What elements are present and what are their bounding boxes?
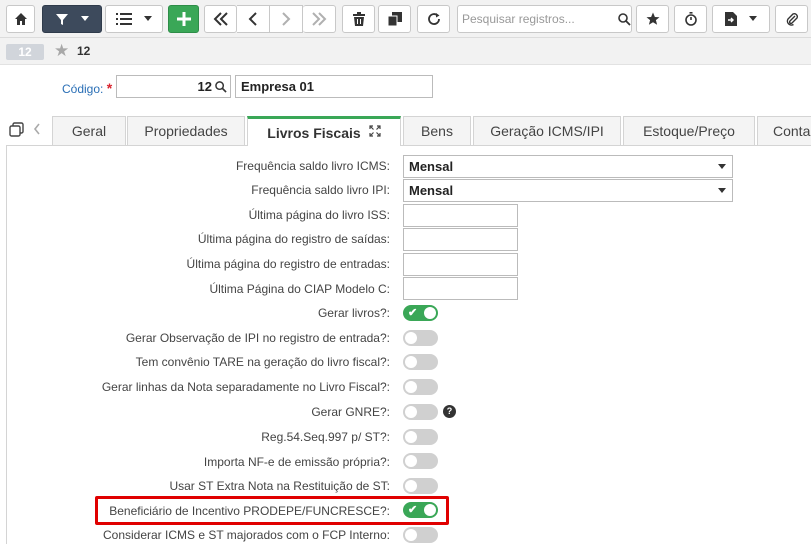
importa-nfe-label: Importa NF-e de emissão própria?: [203, 455, 390, 469]
copy-button[interactable] [378, 5, 411, 33]
freq-ipi-value: Mensal [409, 183, 454, 198]
freq-icms-value: Mensal [409, 159, 454, 174]
fcp-label: Considerar ICMS e ST majorados com o FCP… [102, 528, 390, 542]
tabs-scroll-left-icon[interactable] [33, 122, 41, 139]
st-extra-label: Usar ST Extra Nota na Restituição de ST: [169, 479, 390, 493]
fcp-toggle[interactable] [403, 527, 438, 543]
gerar-obs-ipi-toggle[interactable] [403, 330, 438, 346]
tab-livros-fiscais-label: Livros Fiscais [267, 124, 361, 141]
timer-button[interactable] [674, 5, 707, 33]
refresh-icon [427, 13, 440, 25]
star-icon[interactable]: ★ [54, 41, 69, 61]
last-record-button[interactable] [303, 5, 336, 33]
freq-ipi-select[interactable]: Mensal [403, 179, 733, 202]
gnre-toggle[interactable] [403, 404, 438, 420]
freq-ipi-label: Frequência saldo livro IPI: [251, 183, 390, 197]
ult-iss-input[interactable] [403, 204, 518, 227]
home-button[interactable] [6, 5, 35, 33]
expand-icon[interactable] [369, 125, 381, 140]
required-mark: * [106, 80, 113, 96]
importa-nfe-toggle[interactable] [403, 453, 438, 469]
ult-entradas-label: Última página do registro de entradas: [186, 257, 390, 271]
caret-down-icon [718, 164, 726, 169]
filter-button[interactable] [42, 5, 102, 33]
filter-icon [56, 14, 68, 25]
linhas-nota-label: Gerar linhas da Nota separadamente no Li… [101, 380, 390, 394]
export-button[interactable] [712, 5, 770, 33]
ult-iss-label: Última página do livro ISS: [248, 208, 390, 222]
freq-icms-label: Frequência saldo livro ICMS: [235, 159, 390, 173]
ult-saidas-input[interactable] [403, 228, 518, 251]
chevron-right-icon [282, 12, 291, 26]
list-view-button[interactable] [105, 5, 163, 33]
reg54-toggle[interactable] [403, 429, 438, 445]
tab-geracao-icms-ipi[interactable]: Geração ICMS/IPI [473, 116, 621, 145]
record-badge: 12 [6, 44, 44, 60]
favorite-button[interactable] [636, 5, 669, 33]
company-name-field[interactable]: Empresa 01 [235, 75, 433, 98]
st-extra-toggle[interactable] [403, 478, 438, 494]
ult-ciap-input[interactable] [403, 277, 518, 300]
record-bar: 12 ★ 12 [0, 38, 811, 65]
gerar-livros-label: Gerar livros?: [317, 306, 390, 320]
ult-saidas-label: Última página do registro de saídas: [197, 232, 390, 246]
tab-geral[interactable]: Geral [52, 116, 126, 145]
linhas-nota-toggle[interactable] [403, 379, 438, 395]
double-chevron-left-icon [213, 12, 228, 26]
previous-record-button[interactable] [237, 5, 270, 33]
main-toolbar [0, 0, 811, 38]
search-icon[interactable] [215, 80, 227, 93]
ult-entradas-input[interactable] [403, 253, 518, 276]
gerar-obs-ipi-label: Gerar Observação de IPI no registro de e… [125, 331, 390, 345]
stopwatch-icon [684, 12, 697, 26]
home-icon [14, 13, 27, 25]
refresh-button[interactable] [417, 5, 450, 33]
chevron-down-icon [749, 16, 757, 21]
star-icon [646, 12, 659, 25]
tab-propriedades[interactable]: Propriedades [127, 116, 245, 145]
check-icon: ✔ [408, 307, 418, 319]
first-record-button[interactable] [204, 5, 237, 33]
next-record-button[interactable] [270, 5, 303, 33]
plus-icon [176, 12, 191, 26]
list-icon [116, 13, 132, 25]
add-button[interactable] [168, 5, 199, 33]
search-input[interactable] [458, 7, 617, 31]
ult-ciap-label: Última Página do CIAP Modelo C: [209, 282, 390, 296]
codigo-label: Código: * [62, 80, 112, 96]
trash-icon [352, 12, 365, 26]
copy-tabs-icon[interactable] [9, 122, 24, 140]
search-box [457, 5, 632, 33]
record-id: 12 [77, 44, 91, 58]
caret-down-icon [718, 188, 726, 193]
chevron-down-icon [144, 16, 152, 21]
tab-livros-fiscais[interactable]: Livros Fiscais [247, 116, 401, 146]
attachment-button[interactable] [775, 5, 808, 33]
chevron-down-icon [81, 16, 89, 21]
tare-label: Tem convênio TARE na geração do livro fi… [135, 355, 390, 369]
gerar-livros-toggle[interactable]: ✔ [403, 305, 438, 321]
codigo-value: 12 [197, 79, 212, 94]
delete-button[interactable] [342, 5, 375, 33]
chevron-left-icon [248, 12, 257, 26]
codigo-input[interactable]: 12 [116, 75, 231, 98]
highlight-box [95, 496, 449, 525]
tare-toggle[interactable] [403, 354, 438, 370]
file-export-icon [725, 12, 737, 26]
codigo-label-text: Código: [62, 82, 104, 96]
tab-conta[interactable]: Conta [757, 116, 811, 145]
copy-icon [387, 12, 402, 26]
tab-bens[interactable]: Bens [403, 116, 471, 145]
paperclip-icon [786, 13, 798, 26]
search-icon[interactable] [617, 12, 631, 26]
tab-estoque-preco[interactable]: Estoque/Preço [623, 116, 755, 145]
help-icon[interactable]: ? [443, 405, 456, 418]
gnre-label: Gerar GNRE?: [311, 405, 390, 419]
freq-icms-select[interactable]: Mensal [403, 155, 733, 178]
reg54-label: Reg.54.Seq.997 p/ ST?: [261, 430, 390, 444]
double-chevron-right-icon [312, 12, 327, 26]
